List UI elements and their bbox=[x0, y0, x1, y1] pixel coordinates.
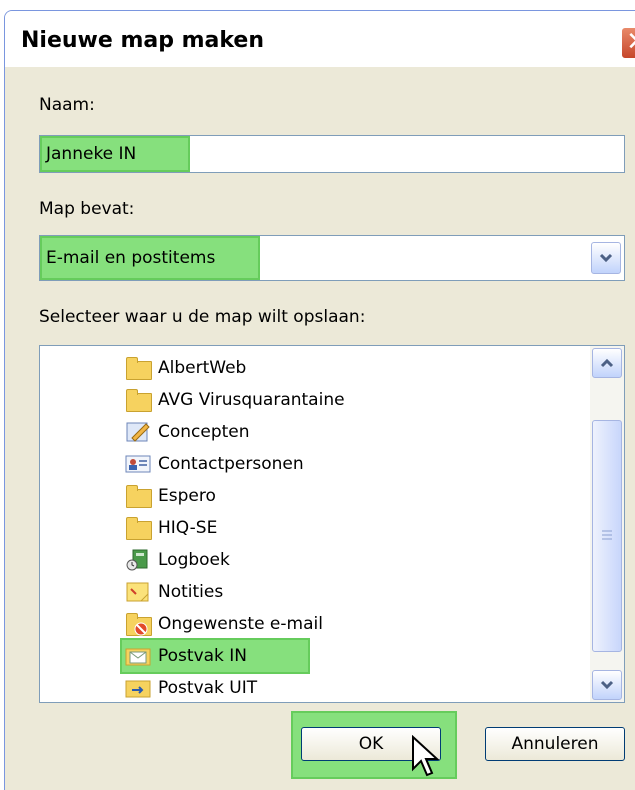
title-bar: Nieuwe map maken ✕ bbox=[5, 11, 635, 67]
folder-tree[interactable]: AlbertWeb AVG Virusquarantaine Concepten… bbox=[39, 345, 625, 703]
scroll-up-button[interactable] bbox=[592, 348, 622, 378]
folder-item-contactpersonen[interactable]: Contactpersonen bbox=[124, 448, 304, 480]
folder-item-albertweb[interactable]: AlbertWeb bbox=[124, 352, 246, 384]
name-input-value: Janneke IN bbox=[46, 144, 137, 164]
scrollbar-thumb[interactable] bbox=[592, 420, 622, 652]
junk-mail-icon bbox=[124, 612, 152, 636]
contains-select-value: E-mail en postitems bbox=[46, 248, 216, 268]
contains-label: Map bevat: bbox=[39, 199, 135, 219]
inbox-icon bbox=[124, 644, 152, 668]
folder-icon bbox=[124, 356, 152, 380]
close-button[interactable]: ✕ bbox=[621, 27, 635, 59]
folder-item-postvak-in[interactable]: Postvak IN bbox=[124, 640, 247, 672]
notes-icon bbox=[124, 580, 152, 604]
contains-select[interactable]: E-mail en postitems bbox=[39, 235, 625, 281]
chevron-down-icon[interactable] bbox=[591, 242, 621, 274]
folder-item-notities[interactable]: Notities bbox=[124, 576, 223, 608]
vertical-scrollbar[interactable] bbox=[590, 346, 624, 702]
scroll-down-button[interactable] bbox=[592, 670, 622, 700]
folder-item-espero[interactable]: Espero bbox=[124, 480, 216, 512]
folder-icon bbox=[124, 516, 152, 540]
folder-item-avg[interactable]: AVG Virusquarantaine bbox=[124, 384, 345, 416]
folder-item-logboek[interactable]: Logboek bbox=[124, 544, 230, 576]
folder-item-concepten[interactable]: Concepten bbox=[124, 416, 250, 448]
name-input[interactable]: Janneke IN bbox=[39, 135, 625, 173]
drafts-icon bbox=[124, 420, 152, 444]
mouse-pointer-icon bbox=[412, 735, 440, 777]
folder-item-hiq-se[interactable]: HIQ-SE bbox=[124, 512, 217, 544]
outbox-icon bbox=[124, 676, 152, 700]
new-folder-dialog: Nieuwe map maken ✕ Naam: Janneke IN Map … bbox=[4, 10, 635, 790]
dialog-title: Nieuwe map maken bbox=[21, 28, 265, 53]
folder-item-postvak-uit[interactable]: Postvak UIT bbox=[124, 672, 257, 702]
folder-icon bbox=[124, 388, 152, 412]
close-icon: ✕ bbox=[626, 27, 635, 57]
contacts-icon bbox=[124, 452, 152, 476]
cancel-button[interactable]: Annuleren bbox=[485, 727, 625, 761]
journal-icon bbox=[124, 548, 152, 572]
folder-item-ongewenste-email[interactable]: Ongewenste e-mail bbox=[124, 608, 323, 640]
name-label: Naam: bbox=[39, 95, 95, 115]
folder-icon bbox=[124, 484, 152, 508]
location-label: Selecteer waar u de map wilt opslaan: bbox=[39, 307, 366, 327]
